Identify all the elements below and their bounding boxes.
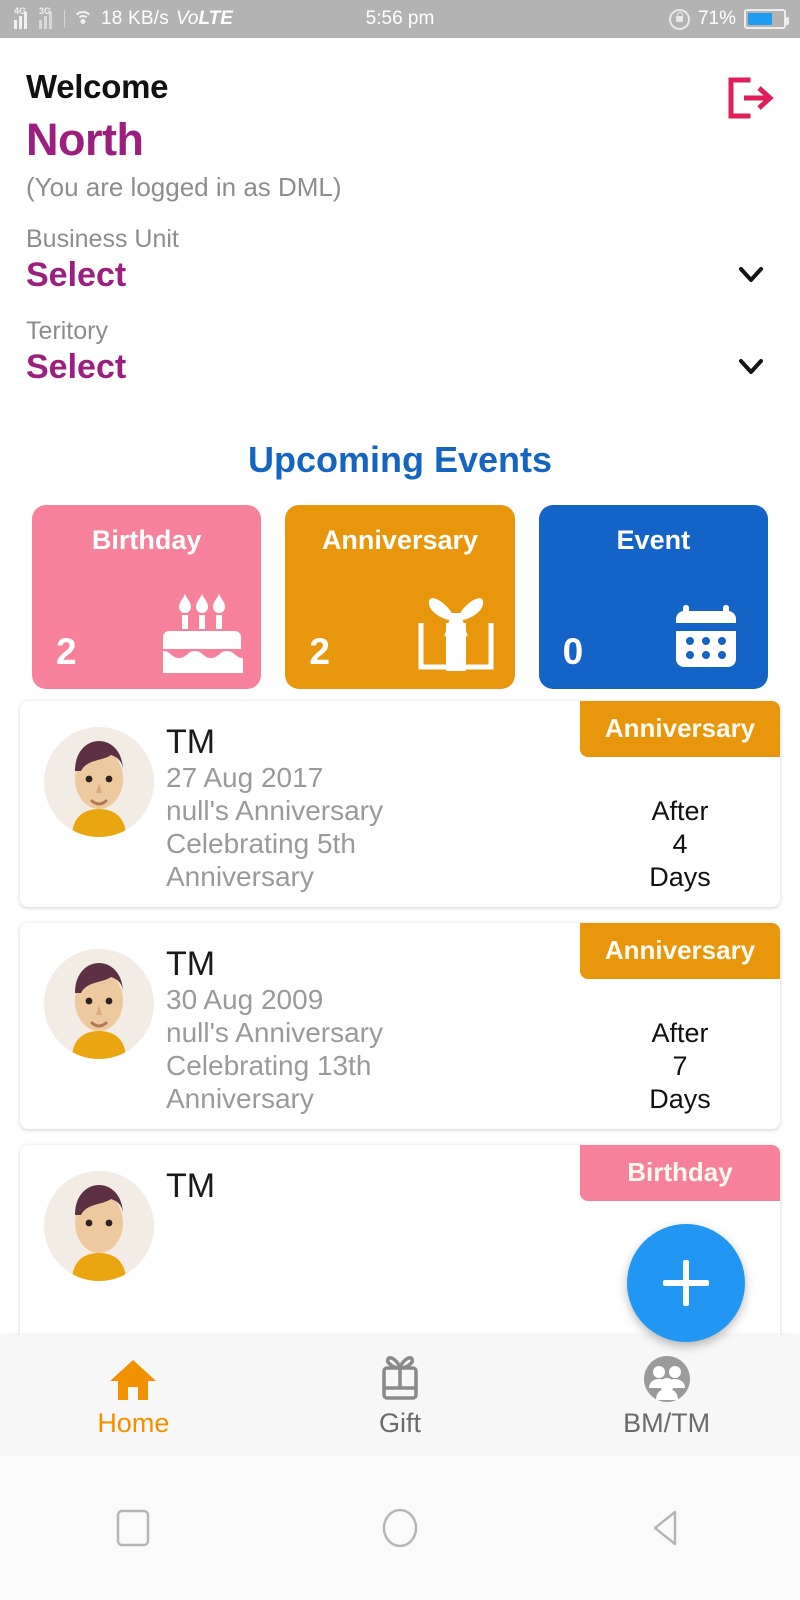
battery-percent-label: 71% [697,8,736,29]
avatar [44,949,154,1060]
avatar [44,727,154,837]
event-details: TM 27 Aug 2017 null's Anniversary Celebr… [166,719,580,893]
recents-square-icon [117,1509,150,1546]
chevron-down-icon[interactable] [736,259,766,289]
event-description: null's Anniversary [166,1017,383,1049]
event-details: TM [166,1163,580,1331]
person-avatar-icon [44,949,154,1060]
status-bar: 4G 3G 18 KB/s VoLTE 5:56 pm 71% [0,0,800,38]
stat-card-anniversary-count: 2 [309,631,330,672]
event-countdown-count: 7 [672,1051,688,1082]
calendar-icon [675,605,736,667]
network-speed-label: 18 KB/s [101,8,169,29]
logout-icon [728,77,774,119]
nav-item-home[interactable]: Home [0,1352,267,1439]
recents-button[interactable] [0,1506,267,1550]
status-divider [64,10,65,28]
avatar [44,1171,154,1282]
stat-card-birthday-label: Birthday [91,525,202,555]
nav-item-home-label: Home [97,1407,170,1438]
event-date: 27 Aug 2017 [166,762,324,794]
app-screen: Welcome North (You are logged in as DML)… [0,38,800,1600]
event-person-name: TM [166,1167,216,1206]
event-meta: Anniversary After 7 Days [580,923,780,1116]
event-date: 30 Aug 2009 [166,984,324,1016]
home-button[interactable] [267,1505,534,1551]
battery-icon [744,9,789,29]
event-meta: Anniversary After 4 Days [580,701,780,894]
nav-item-bmtm-label: BM/TM [623,1407,711,1438]
event-countdown-unit: Days [649,861,711,892]
volte-suffix: LTE [198,8,233,29]
teritory-label: Teritory [26,317,108,345]
event-celebrating-line2: Anniversary [166,861,314,893]
signal-3g-icon: 3G [39,6,57,29]
user-name: North [26,114,144,165]
event-details: TM 30 Aug 2009 null's Anniversary Celebr… [166,941,580,1115]
bottom-navigation: Home Gift BM/TM [0,1335,800,1455]
system-navigation-bar [0,1455,800,1600]
person-avatar-icon [44,727,154,837]
event-person-name: TM [166,945,216,984]
nav-item-bmtm[interactable]: BM/TM [533,1352,800,1439]
event-person-name: TM [166,723,216,761]
status-badge: Anniversary [580,923,780,980]
nav-item-gift[interactable]: Gift [267,1352,534,1439]
stat-card-anniversary[interactable]: Anniversary 2 [285,505,515,689]
wifi-icon [72,10,94,28]
signal-3g-label: 3G [39,6,52,16]
stat-card-event-label: Event [616,525,691,555]
status-bar-left: 4G 3G 18 KB/s VoLTE [14,6,233,30]
event-description: null's Anniversary [166,795,383,827]
rotation-lock-icon [668,8,690,30]
stat-card-row: Birthday 2 Anniversary 2 Event 0 [0,481,800,689]
volte-label: VoLTE [176,8,233,30]
business-unit-label: Business Unit [26,225,179,253]
login-role-label: (You are logged in as DML) [26,172,342,202]
status-badge: Birthday [580,1145,780,1202]
field-business-unit[interactable]: Business Unit Select [0,225,800,295]
people-icon [533,1352,800,1406]
person-avatar-icon [44,1171,154,1282]
event-countdown-label: After [651,796,709,826]
gift-icon [267,1352,534,1406]
stat-card-birthday[interactable]: Birthday 2 [32,505,262,689]
stat-card-anniversary-label: Anniversary [321,525,479,555]
status-bar-right: 71% [668,8,789,30]
home-icon [0,1352,267,1406]
signal-4g-icon: 4G [14,6,32,29]
gift-box-icon [418,598,494,671]
stat-card-event-count: 0 [562,631,584,672]
event-countdown: After 7 Days [580,1017,780,1116]
back-button[interactable] [533,1506,800,1550]
event-celebrating-line2: Anniversary [166,1083,314,1115]
business-unit-value: Select [26,256,127,294]
event-celebrating-line1: Celebrating 13th [166,1050,372,1082]
stat-card-birthday-count: 2 [56,631,77,672]
event-list-item[interactable]: TM 27 Aug 2017 null's Anniversary Celebr… [20,701,780,908]
event-list-item[interactable]: TM 30 Aug 2009 null's Anniversary Celebr… [20,923,780,1130]
page-header: Welcome North (You are logged in as DML) [0,38,800,203]
event-countdown-unit: Days [649,1084,711,1115]
nav-item-gift-label: Gift [379,1407,422,1438]
volte-prefix: Vo [175,8,199,29]
event-celebrating-line1: Celebrating 5th [166,828,356,860]
event-countdown-label: After [651,1018,709,1049]
section-title-upcoming-events: Upcoming Events [247,439,553,480]
birthday-cake-icon [163,593,244,673]
status-badge: Anniversary [580,701,780,757]
logout-button[interactable] [722,74,776,122]
home-circle-icon [382,1508,418,1547]
stat-card-event[interactable]: Event 0 [538,505,768,689]
add-button[interactable] [627,1224,745,1342]
event-countdown: After 4 Days [580,795,780,894]
signal-4g-label: 4G [14,6,27,16]
field-teritory[interactable]: Teritory Select [0,317,800,387]
teritory-value: Select [26,348,127,386]
event-countdown-count: 4 [672,828,688,859]
chevron-down-icon[interactable] [736,351,766,381]
back-triangle-icon [653,1510,676,1545]
welcome-label: Welcome [26,68,169,105]
